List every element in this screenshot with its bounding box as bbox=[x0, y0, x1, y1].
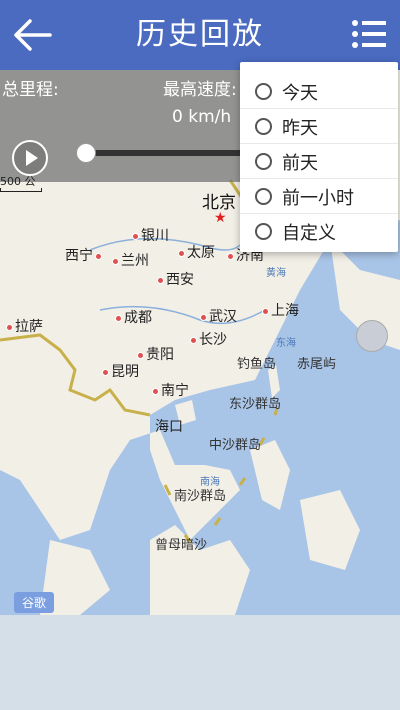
island-label: 钓鱼岛 bbox=[237, 357, 277, 372]
city-label: 西安 bbox=[155, 269, 194, 289]
map-scale-bar bbox=[0, 188, 42, 192]
playback-slider-thumb[interactable] bbox=[76, 143, 96, 163]
city-label: 贵阳 bbox=[135, 344, 174, 364]
city-label: 太原 bbox=[176, 242, 215, 262]
dropdown-item-yesterday[interactable]: 昨天 bbox=[240, 109, 398, 144]
island-label: 中沙群岛 bbox=[209, 438, 262, 453]
play-button[interactable] bbox=[12, 140, 48, 176]
island-label: 南沙群岛 bbox=[174, 489, 227, 504]
app-header: 历史回放 bbox=[0, 0, 400, 70]
dropdown-item-label: 前一小时 bbox=[282, 188, 354, 209]
page-title: 历史回放 bbox=[136, 17, 264, 52]
city-label: 西宁 bbox=[65, 245, 104, 265]
dropdown-item-day-before[interactable]: 前天 bbox=[240, 144, 398, 179]
city-label: 长沙 bbox=[188, 329, 227, 349]
time-range-dropdown: 今天 昨天 前天 前一小时 自定义 bbox=[240, 62, 398, 252]
list-menu-icon[interactable] bbox=[350, 14, 390, 54]
radio-icon[interactable] bbox=[255, 118, 272, 135]
map-location-marker[interactable] bbox=[356, 320, 388, 352]
city-label: 拉萨 bbox=[4, 316, 43, 336]
total-mileage-label: 总里程: bbox=[2, 80, 59, 100]
city-label: 武汉 bbox=[198, 306, 237, 326]
dropdown-item-today[interactable]: 今天 bbox=[240, 74, 398, 109]
dropdown-item-custom[interactable]: 自定义 bbox=[240, 214, 398, 248]
radio-icon[interactable] bbox=[255, 223, 272, 240]
city-label: 上海 bbox=[260, 300, 299, 320]
city-label: 兰州 bbox=[110, 250, 149, 270]
sea-label: 黄海 bbox=[266, 268, 286, 279]
map-attribution: 谷歌 bbox=[14, 592, 55, 613]
dropdown-item-label: 自定义 bbox=[282, 223, 336, 244]
city-label: 海口 bbox=[155, 419, 183, 435]
dropdown-item-last-hour[interactable]: 前一小时 bbox=[240, 179, 398, 214]
max-speed-label: 最高速度: bbox=[163, 80, 237, 100]
speed-value: 0 km/h bbox=[172, 107, 232, 127]
island-label: 东沙群岛 bbox=[229, 397, 282, 412]
playback-slider-track[interactable] bbox=[86, 150, 246, 156]
city-label: 银川 bbox=[130, 225, 169, 245]
dropdown-item-label: 昨天 bbox=[282, 118, 318, 139]
dropdown-item-label: 今天 bbox=[282, 83, 318, 104]
island-label: 赤尾屿 bbox=[297, 357, 337, 372]
radio-icon[interactable] bbox=[255, 153, 272, 170]
bottom-panel bbox=[0, 615, 400, 710]
capital-star-icon: ★ bbox=[214, 210, 227, 226]
city-label: 南宁 bbox=[150, 380, 189, 400]
radio-icon[interactable] bbox=[255, 83, 272, 100]
dropdown-item-label: 前天 bbox=[282, 153, 318, 174]
city-label: 成都 bbox=[113, 307, 152, 327]
map-scale-label: 500 公 bbox=[0, 175, 36, 188]
sea-label: 东海 bbox=[276, 338, 296, 349]
city-label: 昆明 bbox=[100, 361, 139, 381]
island-label: 曾母暗沙 bbox=[155, 538, 208, 553]
radio-icon[interactable] bbox=[255, 188, 272, 205]
